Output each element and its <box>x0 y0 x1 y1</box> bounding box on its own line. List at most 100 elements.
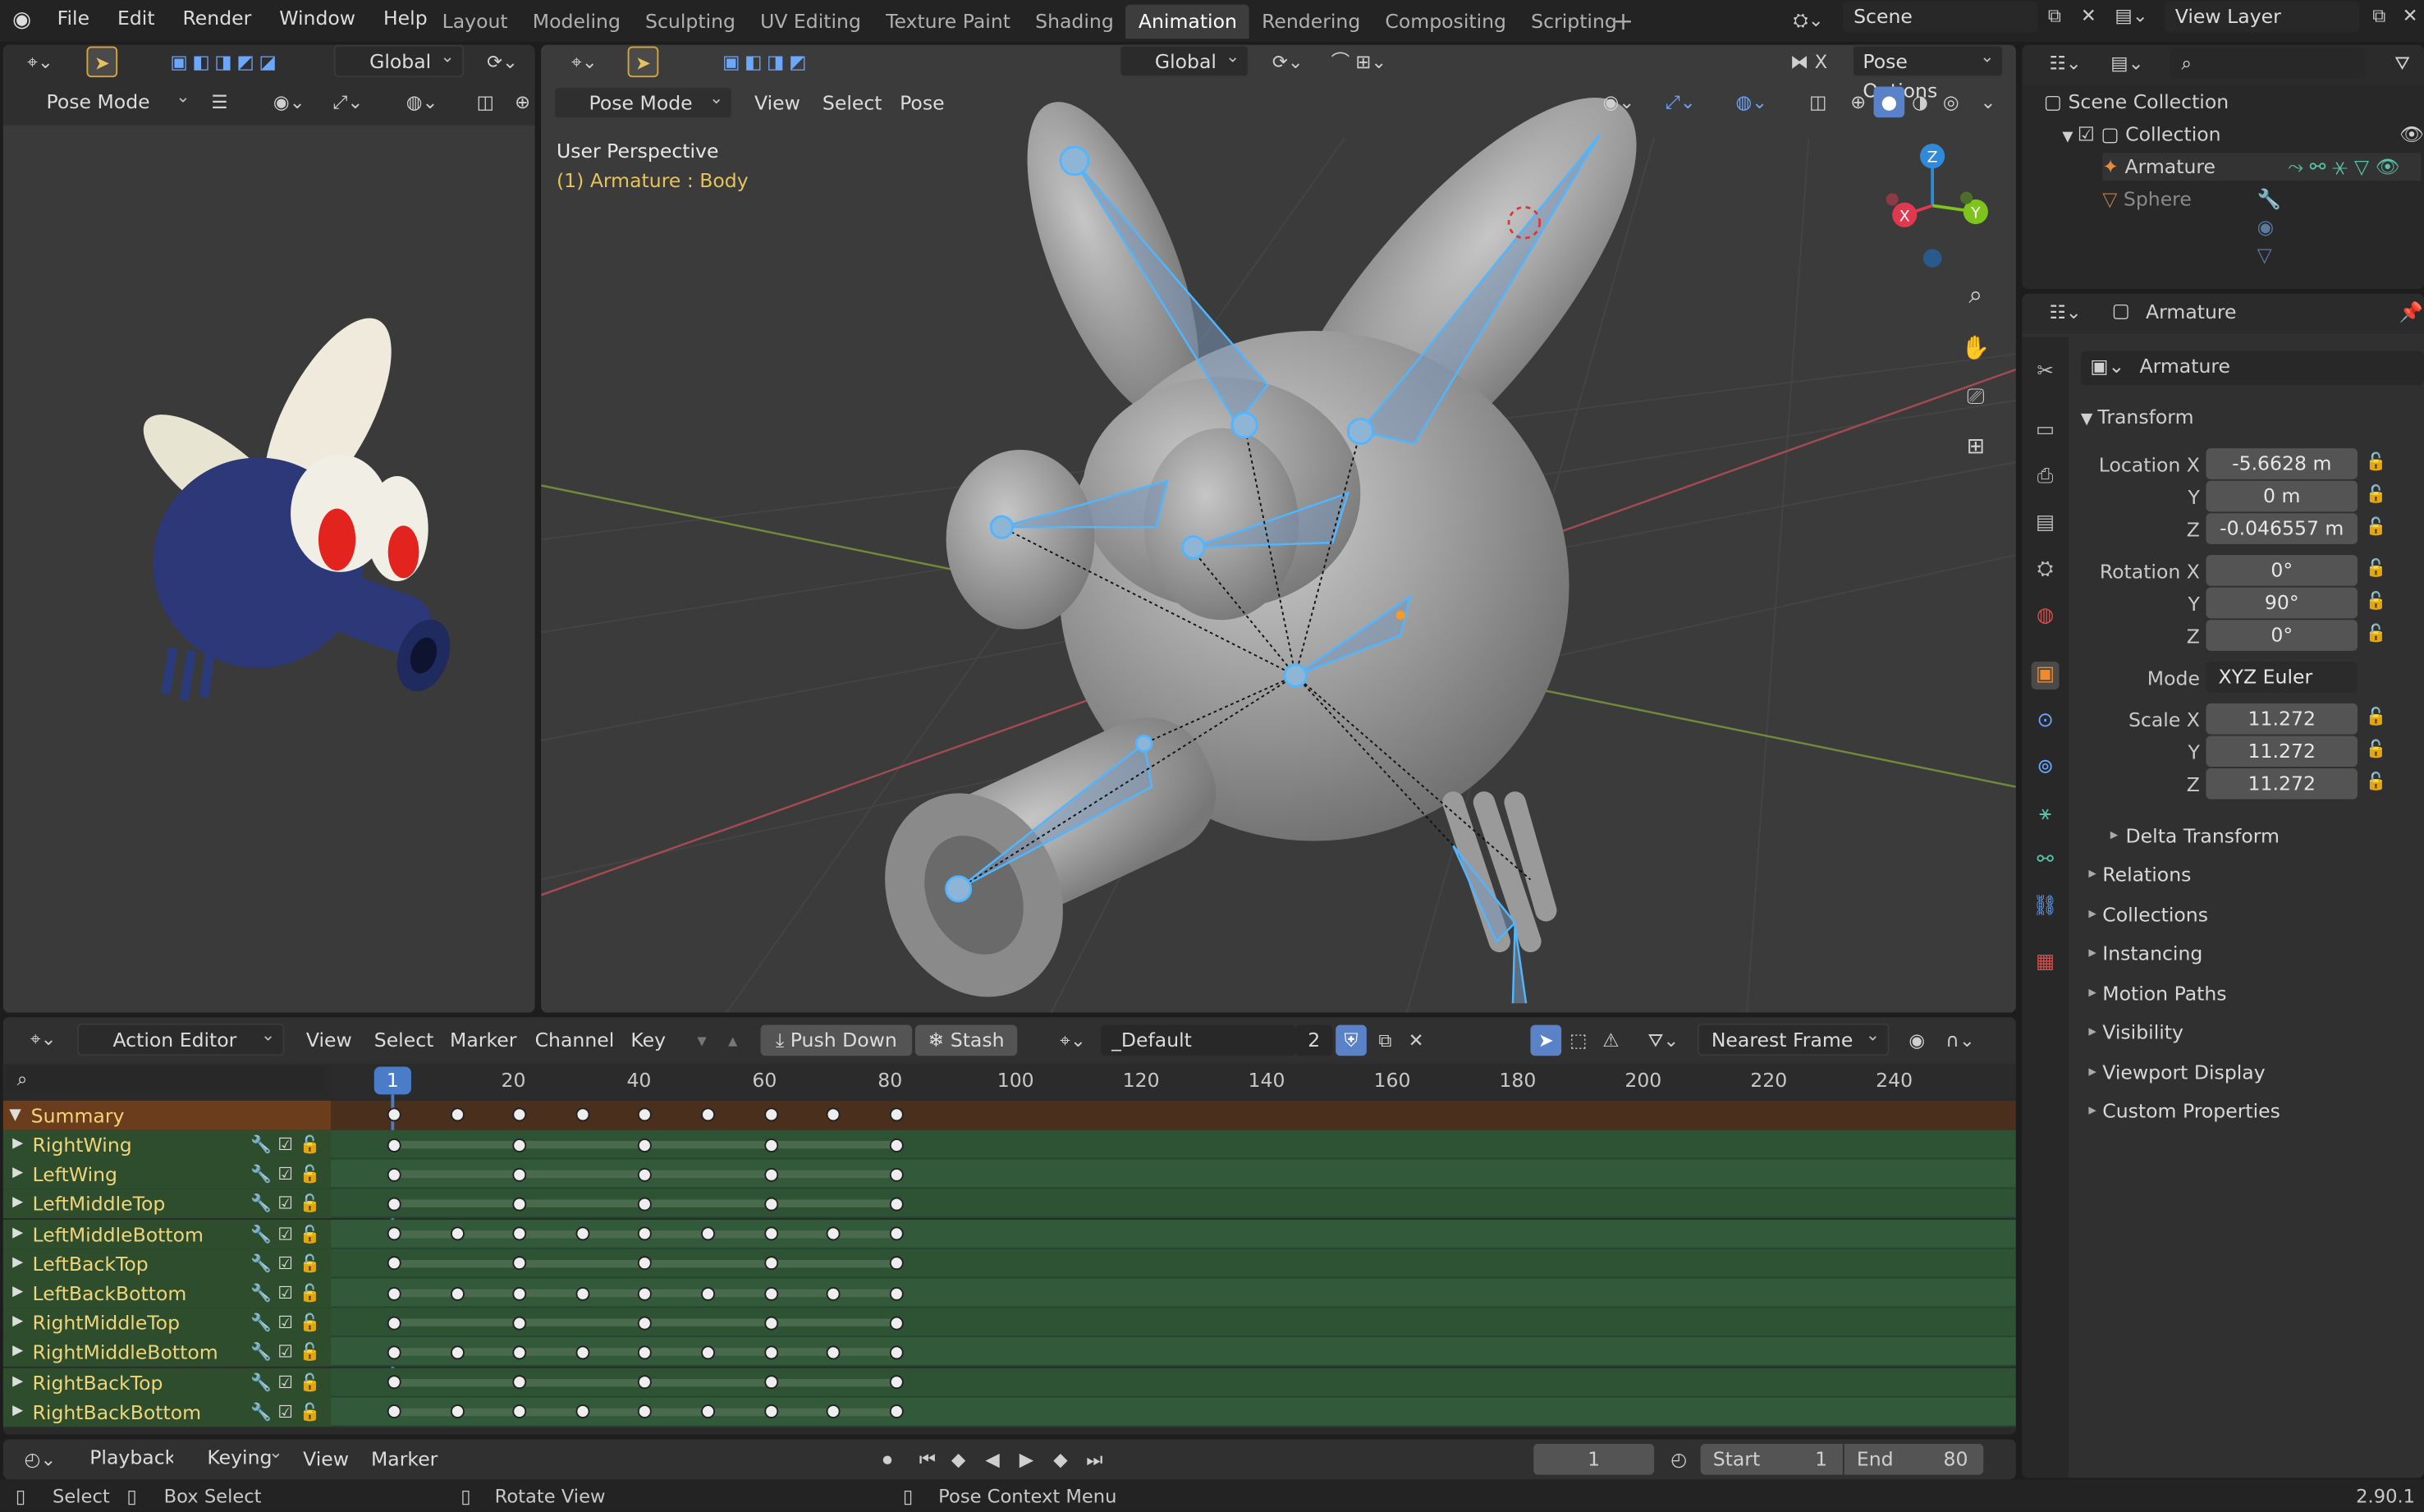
outliner-search[interactable]: ⌕ <box>2170 48 2366 80</box>
channel-search[interactable]: ⌕ <box>6 1065 325 1093</box>
xray-icon[interactable]: ◫ <box>470 86 502 117</box>
lock-icon[interactable]: 🔓 <box>2365 772 2386 793</box>
viewport-orientation-dropdown[interactable]: Global <box>1119 44 1249 78</box>
keyframe[interactable] <box>512 1375 527 1390</box>
channel-row[interactable]: ▶ RightWing 🔧☑🔓 <box>2 1129 332 1160</box>
viewport-select-tool-icon[interactable]: ➤ <box>627 46 659 78</box>
object-tab-icon[interactable]: ▣ <box>2031 662 2060 690</box>
select-tool-icon[interactable]: ➤ <box>86 46 118 78</box>
blender-logo-icon[interactable]: ◉ <box>12 7 40 34</box>
new-view-layer-icon[interactable]: ⧉ <box>2365 5 2393 33</box>
navigation-gizmo[interactable]: Z Y X <box>1874 140 1998 279</box>
layer-down-icon[interactable]: ▾ <box>686 1025 717 1056</box>
shading-options-icon[interactable]: ⌄ <box>1973 86 2004 117</box>
lock-icon[interactable]: 🔓 <box>2365 739 2386 760</box>
only-errors-icon[interactable]: ⚠ <box>1596 1025 1627 1056</box>
keyframe[interactable] <box>575 1226 590 1241</box>
view-layer-field[interactable]: View Layer <box>2164 1 2359 33</box>
pin-icon[interactable]: 📌 <box>2399 300 2423 324</box>
viewport-display-panel[interactable]: Viewport Display <box>2084 1053 2424 1092</box>
fake-user-shield-icon[interactable]: ⛨ <box>1336 1024 1367 1056</box>
bone-tab-icon[interactable]: ⚯ <box>2032 847 2060 875</box>
properties-editor-icon[interactable]: ☷⌄ <box>2041 297 2090 328</box>
keyframe[interactable] <box>763 1404 778 1419</box>
outliner-editor-icon[interactable]: ☷⌄ <box>2041 48 2090 79</box>
keyframe[interactable] <box>638 1138 653 1152</box>
keyframe[interactable] <box>387 1345 401 1360</box>
keyframe[interactable] <box>889 1167 904 1182</box>
pan-hand-icon[interactable]: ✋ <box>1960 332 1991 364</box>
action-name-field[interactable]: _Default <box>1100 1024 1296 1056</box>
new-scene-icon[interactable]: ⧉ <box>2041 5 2069 33</box>
rotation-z-field[interactable]: 0° <box>2206 620 2358 651</box>
current-frame-badge[interactable]: 1 <box>373 1066 411 1095</box>
keyframe[interactable] <box>450 1285 465 1300</box>
action-editor-mode-dropdown[interactable]: Action Editor <box>77 1020 285 1056</box>
visibility-icon[interactable]: ◉⌄ <box>263 86 315 117</box>
keyframe[interactable] <box>889 1345 904 1360</box>
keyframe[interactable] <box>763 1285 778 1300</box>
modifier-tab-icon[interactable]: ⊙ <box>2032 708 2060 736</box>
viewport-xray-icon[interactable]: ◫ <box>1803 86 1834 117</box>
summary-keyframe[interactable] <box>889 1107 904 1122</box>
selection-mode-icons[interactable]: ▣◧◨◩◪ <box>145 46 306 77</box>
motion-paths-panel[interactable]: Motion Paths <box>2084 974 2424 1012</box>
location-y-field[interactable]: 0 m <box>2206 480 2358 512</box>
keyframe[interactable] <box>387 1197 401 1212</box>
action-users-count[interactable]: 2 <box>1295 1024 1333 1056</box>
expand-icon[interactable]: ▶ <box>12 1160 23 1189</box>
keyframe[interactable] <box>387 1167 401 1182</box>
display-mode-icon[interactable]: ▤⌄ <box>2102 48 2151 79</box>
viewport-visibility-icon[interactable]: ◉⌄ <box>1592 86 1645 117</box>
current-frame-field[interactable]: 1 <box>1533 1444 1655 1475</box>
lock-icon[interactable]: 🔓 <box>2365 623 2386 644</box>
keyframe[interactable] <box>575 1404 590 1419</box>
channel-toggle-icons[interactable]: 🔧☑🔓 <box>250 1160 327 1189</box>
summary-keyframe[interactable] <box>826 1107 841 1122</box>
keyframe[interactable] <box>638 1404 653 1419</box>
keyframe[interactable] <box>701 1226 716 1241</box>
scale-y-field[interactable]: 11.272 <box>2206 735 2358 767</box>
left-mode-dropdown[interactable]: Pose Mode <box>12 82 199 120</box>
keyframe[interactable] <box>450 1345 465 1360</box>
lock-icon[interactable]: 🔓 <box>2365 590 2386 612</box>
scene-icon[interactable]: ⛭⌄ <box>1794 5 1840 36</box>
menu-edit[interactable]: Edit <box>103 0 169 37</box>
rotation-mode-dropdown[interactable]: XYZ Euler <box>2206 662 2358 693</box>
menu-icon[interactable]: ☰ <box>204 86 236 117</box>
channel-row[interactable]: ▶ LeftMiddleTop 🔧☑🔓 <box>2 1189 332 1219</box>
channel-row[interactable]: ▶ LeftWing 🔧☑🔓 <box>2 1159 332 1189</box>
keyframe[interactable] <box>638 1167 653 1182</box>
tab-sculpting[interactable]: Sculpting <box>633 5 748 39</box>
viewport-overlay-icon[interactable]: ◍⌄ <box>1725 86 1778 117</box>
keyframe[interactable] <box>889 1226 904 1241</box>
timeline-menu-marker[interactable]: Marker <box>371 1442 438 1476</box>
mirror-x-icon[interactable]: ⧓ X <box>1778 46 1840 77</box>
scale-x-field[interactable]: 11.272 <box>2206 703 2358 735</box>
jump-end-icon[interactable]: ⏭ <box>1079 1444 1111 1475</box>
summary-keyframe[interactable] <box>387 1107 401 1122</box>
keyframe[interactable] <box>826 1404 841 1419</box>
keyframe[interactable] <box>889 1316 904 1330</box>
overlay-icon[interactable]: ◍⌄ <box>396 86 448 117</box>
eye-icon[interactable]: 👁 <box>2399 121 2424 149</box>
collections-panel[interactable]: Collections <box>2084 895 2424 933</box>
viewport-menu-pose[interactable]: Pose <box>900 86 945 120</box>
keyframe[interactable] <box>512 1345 527 1360</box>
viewport-menu-select[interactable]: Select <box>823 86 882 120</box>
add-workspace-button[interactable]: + <box>1608 5 1639 39</box>
keyframe[interactable] <box>889 1138 904 1152</box>
summary-keyframe[interactable] <box>638 1107 653 1122</box>
lock-icon[interactable]: 🔓 <box>2365 451 2386 473</box>
keyframe[interactable] <box>701 1285 716 1300</box>
view-layer-icon[interactable]: ▤⌄ <box>2115 5 2161 36</box>
keyframe[interactable] <box>889 1285 904 1300</box>
left-viewport[interactable]: ⌖⌄ ➤ ▣◧◨◩◪ Global ⟳⌄ Pose Mode ☰ ◉⌄ ⤢⌄ ◍… <box>2 44 535 1013</box>
visibility-panel[interactable]: Visibility <box>2084 1013 2424 1052</box>
keyframe[interactable] <box>889 1404 904 1419</box>
outliner-sphere[interactable]: ▽ Sphere 🔧 ◉ ▽ <box>2102 186 2281 266</box>
keyframe[interactable] <box>387 1285 401 1300</box>
ae-menu-marker[interactable]: Marker <box>450 1024 516 1057</box>
channel-toggle-icons[interactable]: 🔧☑🔓 <box>250 1308 327 1338</box>
summary-keyframe[interactable] <box>512 1107 527 1122</box>
